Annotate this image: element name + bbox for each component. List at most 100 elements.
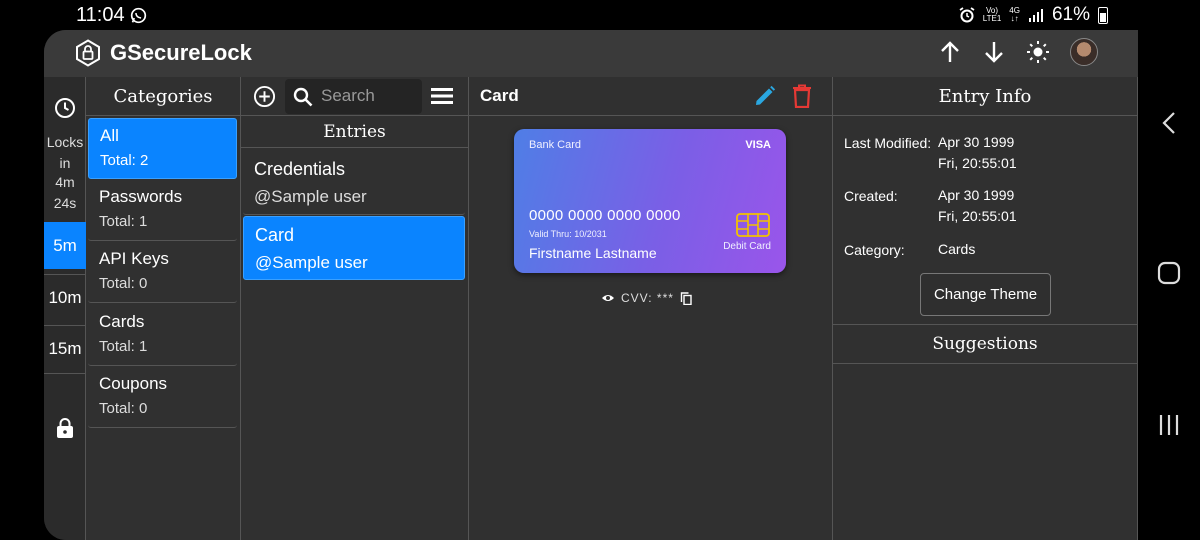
last-modified-value: Apr 30 1999 Fri, 20:55:01 [938, 132, 1017, 174]
brightness-icon [1027, 41, 1049, 63]
lock-option-15m[interactable]: 15m [44, 325, 86, 372]
category-total: Total: 0 [99, 275, 148, 292]
categories-heading: Categories [86, 77, 240, 116]
search-icon [293, 87, 313, 107]
card-chip-icon [736, 213, 770, 237]
entry-detail-panel: Card Bank Card VISA 0000 0000 0000 0000 … [469, 77, 833, 540]
home-button[interactable] [1138, 258, 1200, 288]
card-valid-thru: Valid Thru: 10/2031 [529, 229, 607, 239]
app-title: GSecureLock [110, 40, 252, 65]
add-entry-icon[interactable] [253, 85, 276, 108]
back-button[interactable] [1138, 108, 1200, 138]
category-item-api-keys[interactable]: API Keys Total: 0 [88, 242, 237, 303]
created-value: Apr 30 1999 Fri, 20:55:01 [938, 185, 1017, 227]
move-up-button[interactable] [938, 40, 962, 64]
lock-option-10m[interactable]: 10m [44, 274, 86, 321]
last-modified-date: Apr 30 1999 [938, 134, 1015, 150]
last-modified-label: Last Modified: [844, 135, 932, 151]
suggestions-heading: Suggestions [833, 324, 1137, 364]
created-label: Created: [844, 188, 898, 204]
move-down-button[interactable] [982, 40, 1006, 64]
category-label: Category: [844, 242, 905, 258]
timer-icon [55, 98, 75, 118]
category-name: API Keys [99, 249, 169, 268]
entry-title: Card [255, 225, 295, 245]
app-bar-actions [938, 38, 1098, 66]
lock-countdown-line2: in [59, 155, 71, 171]
category-item-all[interactable]: All Total: 2 [88, 118, 237, 179]
category-name: Cards [99, 312, 145, 331]
card-type-label: Bank Card [529, 139, 581, 151]
auto-lock-rail: Locks in 4m 24s 5m 10m 15m [44, 77, 86, 540]
volte-indicator: Vo) LTE1 [983, 7, 1002, 23]
entries-heading: Entries [241, 116, 468, 148]
avatar[interactable] [1070, 38, 1098, 66]
whatsapp-icon [130, 7, 147, 24]
alarm-icon [959, 7, 975, 23]
edit-icon[interactable] [753, 84, 777, 108]
home-icon [1157, 261, 1181, 285]
category-item-cards[interactable]: Cards Total: 1 [88, 305, 237, 366]
back-icon [1162, 112, 1175, 134]
detail-header: Card [469, 77, 832, 116]
entry-title: Credentials [254, 159, 346, 179]
arrow-down-icon [985, 42, 1003, 63]
app-bar: GSecureLock [44, 30, 1138, 77]
card-number: 0000 0000 0000 0000 [529, 207, 681, 224]
lock-shield-logo-icon [76, 39, 100, 67]
entries-panel: Entries Credentials @Sample user Card @S… [241, 77, 469, 540]
battery-percent: 61% [1051, 4, 1090, 25]
volte-bottom: LTE1 [982, 14, 1002, 23]
delete-icon[interactable] [791, 84, 813, 108]
change-theme-button[interactable]: Change Theme [920, 273, 1051, 316]
category-name: Passwords [99, 187, 183, 206]
lock-countdown-line1: Locks [46, 134, 84, 150]
entry-subtitle: @Sample user [255, 253, 368, 272]
copy-cvv-icon[interactable] [680, 291, 692, 305]
last-modified-time: Fri, 20:55:01 [938, 155, 1017, 171]
search-input[interactable] [321, 83, 416, 109]
category-total: Total: 0 [99, 400, 148, 417]
category-name: Coupons [99, 374, 168, 393]
recents-button[interactable] [1138, 410, 1200, 440]
lock-now-icon[interactable] [54, 417, 76, 439]
arrow-up-icon [941, 41, 959, 62]
entry-info-heading: Entry Info [833, 77, 1137, 116]
cvv-row: CVV: *** [601, 291, 692, 305]
lock-option-5m[interactable]: 5m [44, 222, 86, 269]
category-item-coupons[interactable]: Coupons Total: 0 [88, 367, 237, 428]
rail-divider [44, 373, 86, 374]
network-type-indicator: 4G ↓↑ [1009, 7, 1020, 23]
card-holder-name: Firstname Lastname [529, 245, 657, 261]
status-icons: Vo) LTE1 4G ↓↑ 61% [959, 4, 1108, 26]
cvv-value: CVV: *** [621, 291, 674, 305]
battery-icon [1098, 6, 1108, 24]
recents-icon [1159, 415, 1179, 435]
created-time: Fri, 20:55:01 [938, 208, 1017, 224]
status-time: 11:04 [76, 4, 125, 26]
lock-countdown-minutes: 4m [55, 174, 75, 190]
signal-icon [1028, 9, 1043, 22]
bank-card-preview: Bank Card VISA 0000 0000 0000 0000 Valid… [514, 129, 786, 273]
entry-subtitle: @Sample user [254, 187, 367, 206]
lock-countdown-seconds: 24s [53, 195, 77, 211]
entries-toolbar [241, 77, 468, 116]
brightness-button[interactable] [1026, 40, 1050, 64]
categories-panel: Categories All Total: 2 Passwords Total:… [86, 77, 241, 540]
category-item-passwords[interactable]: Passwords Total: 1 [88, 180, 237, 241]
category-total: Total: 1 [99, 338, 148, 355]
created-date: Apr 30 1999 [938, 187, 1015, 203]
search-box [285, 79, 422, 114]
card-brand: VISA [745, 139, 771, 151]
entry-info-panel: Entry Info Last Modified: Apr 30 1999 Fr… [833, 77, 1138, 540]
system-nav-bar [1138, 30, 1200, 540]
category-total: Total: 2 [100, 152, 149, 169]
entry-item-credentials[interactable]: Credentials @Sample user [243, 151, 465, 215]
app-window: GSecureLock Locks in 4m 24s 5m 10m 15m C… [44, 30, 1138, 540]
sort-menu-icon[interactable] [430, 86, 454, 106]
status-bar: 11:04 Vo) LTE1 4G ↓↑ 61% [0, 0, 1200, 30]
category-name: All [100, 126, 119, 145]
network-activity: ↓↑ [1010, 14, 1019, 23]
show-cvv-icon[interactable] [601, 293, 615, 303]
entry-item-card[interactable]: Card @Sample user [243, 216, 465, 280]
